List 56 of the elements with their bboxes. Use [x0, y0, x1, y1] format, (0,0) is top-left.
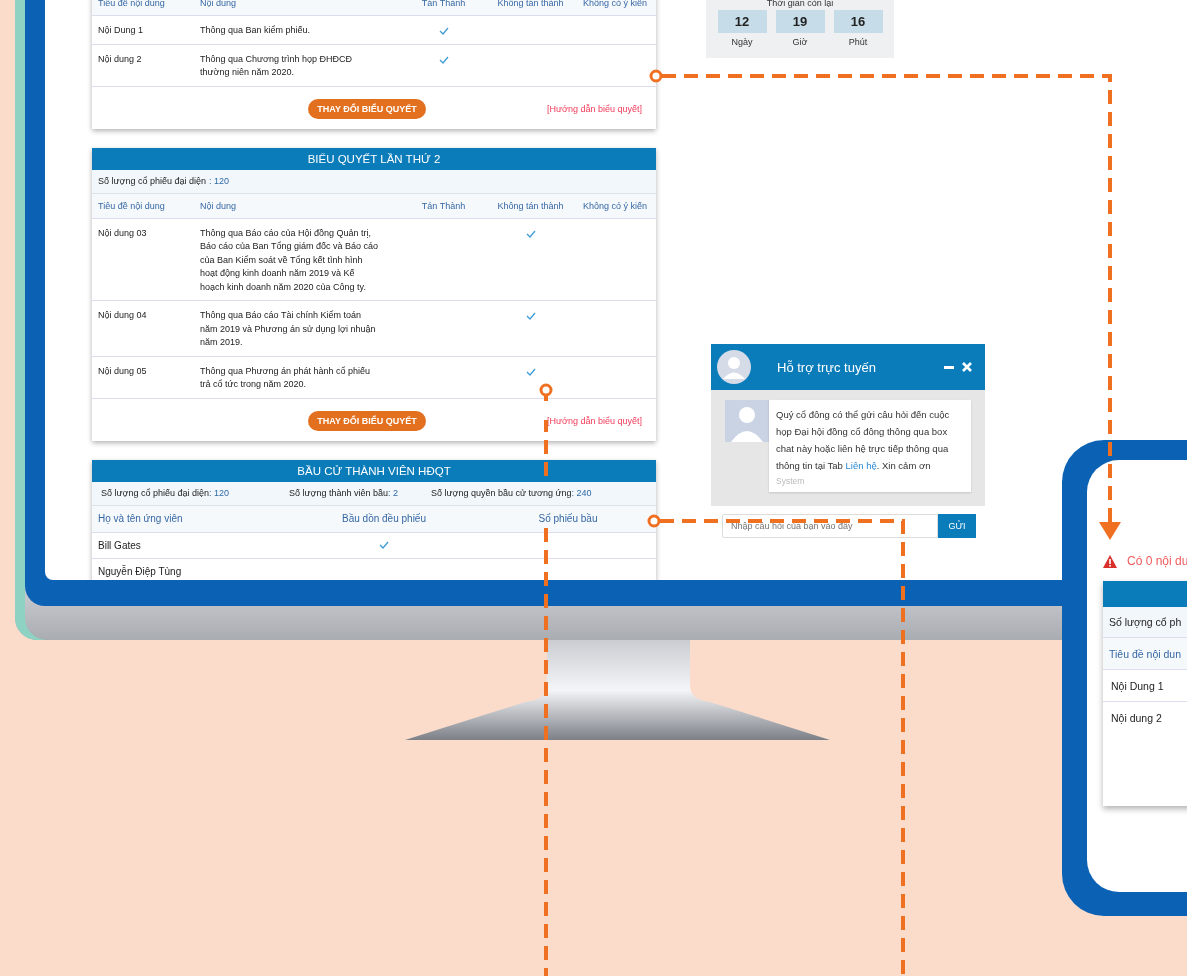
- close-icon[interactable]: [962, 362, 972, 372]
- item-content: Thông qua Báo cáo của Hội đồng Quản trị, Báo cáo của Ban Tổng giám đốc và Báo cáo của Ban Kiểm soát về Tổng kết tình hình hoạt động kinh doanh năm 2019 và Kế hoạch kinh doanh năm 2020 của Công ty.: [200, 226, 379, 294]
- countdown-value: 19: [775, 10, 825, 33]
- send-button[interactable]: GỬI: [938, 514, 976, 538]
- stat-value: : 2: [388, 488, 398, 498]
- voting-guide-link[interactable]: [Hướng dẫn biểu quyết]: [547, 103, 642, 114]
- column-header: Không tán thành: [496, 200, 565, 211]
- countdown-label: Thời gian còn lại: [766, 0, 834, 8]
- column-header: Không có ý kiến: [581, 200, 648, 211]
- item-title: Nội Dung 1: [1111, 679, 1164, 692]
- chat-message: Quý cổ đông có thể gửi câu hỏi đến cuộc họp Đại hội đồng cổ đông thông qua box chat này hoặc liên hệ trực tiếp thông qua thông tin tại Tab Liên hệ. Xin cảm ơn: [776, 408, 951, 473]
- countdown-unit: Phút: [848, 37, 868, 47]
- column-header: Họ và tên ứng viên: [98, 513, 184, 524]
- stat-label: Số lượng cổ phiếu đại diện: [101, 488, 209, 498]
- stat-value: : 240: [571, 488, 592, 498]
- item-title: Nội dung 04: [98, 309, 148, 322]
- item-title: Nội dung 2: [1111, 711, 1162, 724]
- item-content: Thông qua Báo cáo Tài chính Kiểm toán năm 2019 và Phương án sử dụng lợi nhuận năm 2019.: [200, 309, 377, 349]
- column-header: Nội dung: [200, 0, 238, 8]
- candidate-name: Nguyễn Điệp Tùng: [98, 565, 183, 577]
- countdown-value: 16: [833, 10, 883, 33]
- candidate-name: Bill Gates: [98, 539, 142, 551]
- change-vote-button[interactable]: THAY ĐỔI BIỂU QUYẾT: [308, 410, 426, 431]
- chat-title: Hỗ trợ trực tuyến: [777, 359, 877, 375]
- contact-link[interactable]: Liên hệ: [845, 460, 877, 471]
- shares-label: Số lượng cổ phiếu đại diện: [98, 176, 206, 186]
- item-title: Nội dung 05: [98, 364, 148, 378]
- column-header: Bầu dồn đều phiếu: [341, 513, 427, 524]
- item-content: Thông qua Ban kiểm phiếu.: [200, 24, 312, 37]
- column-header: Không tán thành: [496, 0, 565, 8]
- item-title: Nội Dung 1: [98, 24, 145, 37]
- shares-label: Số lượng cổ ph: [1109, 616, 1182, 628]
- item-title: Nội dung 03: [98, 226, 148, 240]
- message-sender: System: [776, 476, 806, 486]
- stat-value: : 120: [209, 488, 230, 498]
- stat-label: Số lượng thành viên bầu: [289, 488, 388, 498]
- countdown-unit: Ngày: [731, 37, 753, 47]
- column-header: Số phiếu bầu: [537, 513, 599, 524]
- item-title: Nội dung 2: [98, 52, 143, 66]
- column-header: Tán Thành: [420, 200, 467, 211]
- column-header: Tán Thành: [420, 0, 467, 8]
- warning-message: Có 0 nội du: [1127, 554, 1187, 568]
- column-header: Tiêu đề nội dun: [1109, 647, 1181, 660]
- avatar-icon: [717, 350, 751, 384]
- countdown-value: 12: [717, 10, 767, 33]
- section-header: BIỂU QUYẾT LẦN THỨ 2: [92, 147, 656, 170]
- column-header: Tiêu đề nội dung: [98, 200, 166, 211]
- change-vote-button[interactable]: THAY ĐỔI BIỂU QUYẾT: [308, 98, 426, 119]
- warning-icon: [1103, 554, 1117, 568]
- shares-value: : 120: [209, 176, 230, 186]
- section-header: BẦU CỬ THÀNH VIÊN HĐQT: [92, 459, 656, 482]
- item-content: Thông qua Phương án phát hành cổ phiếu trả cổ tức trong năm 2020.: [200, 364, 372, 391]
- countdown-unit: Giờ: [792, 37, 808, 47]
- voting-guide-link[interactable]: [Hướng dẫn biểu quyết]: [547, 415, 642, 426]
- column-header: Nội dung: [200, 200, 238, 211]
- item-content: Thông qua Chương trình họp ĐHĐCĐ thường niên năm 2020.: [200, 52, 353, 79]
